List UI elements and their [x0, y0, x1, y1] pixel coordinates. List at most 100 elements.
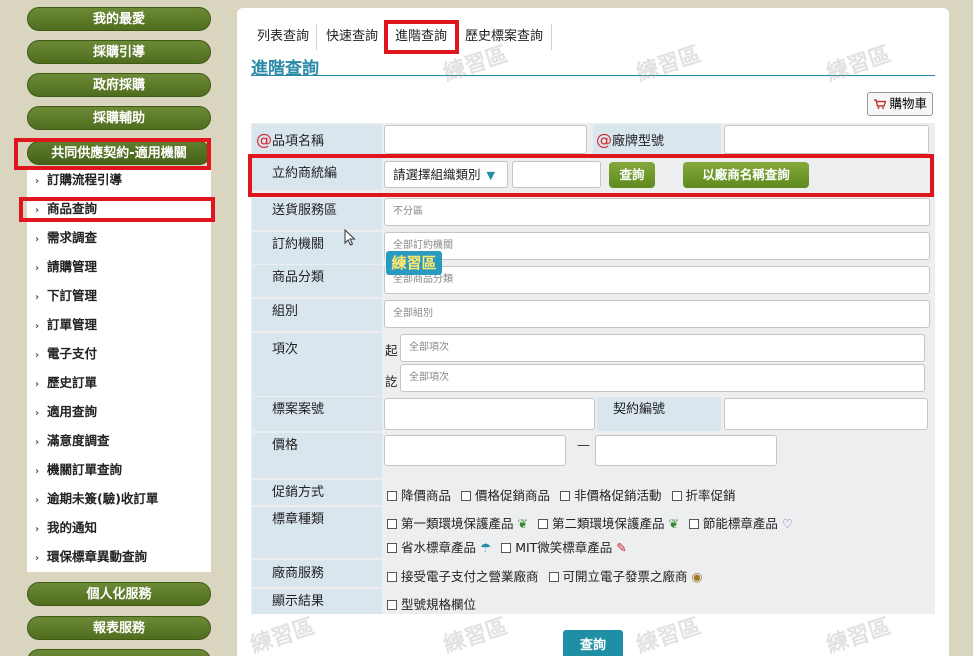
heart-icon: ♡ [777, 516, 794, 531]
checkbox[interactable] [461, 491, 471, 501]
sidebar-item-report-services[interactable]: 報表服務 [27, 616, 211, 640]
from-label: 起 [385, 343, 398, 358]
mark-checkbox-eco-2[interactable]: 第二類環境保護產品 ❦ [537, 516, 679, 531]
search-button[interactable]: 查詢 [609, 162, 655, 188]
submenu-item-notifications[interactable]: › 我的通知 [27, 516, 211, 540]
vendor-id-input[interactable] [512, 161, 601, 188]
item-name-label-text: 品項名稱 [272, 134, 325, 149]
watermark: 練習區 [247, 614, 319, 656]
cart-label: 購物車 [889, 96, 927, 111]
checkbox[interactable] [387, 543, 397, 553]
price-label: 價格 [252, 433, 382, 478]
sidebar-item-joint-supply-contract[interactable]: 共同供應契約-適用機關 [27, 141, 211, 165]
sidebar-item-government-procurement[interactable]: 政府採購 [27, 73, 211, 97]
item-name-input[interactable] [384, 125, 587, 154]
chevron-right-icon: › [35, 466, 40, 477]
submenu-item-order-placement[interactable]: › 下訂管理 [27, 284, 211, 308]
checkbox[interactable] [548, 572, 559, 582]
cart-button[interactable]: 購物車 [867, 92, 933, 116]
submenu-item-label: 訂單管理 [47, 317, 98, 332]
case-number-input[interactable] [384, 398, 595, 430]
mark-checkbox-energy[interactable]: 節能標章產品 ♡ [688, 516, 794, 531]
chevron-right-icon: › [35, 495, 40, 506]
tab-advanced-search[interactable]: 進階查詢 [395, 26, 447, 48]
display-checkbox-model-spec[interactable]: 型號規格欄位 [387, 597, 476, 612]
promo-checkbox-price-promo[interactable]: 價格促銷商品 [461, 488, 550, 503]
submenu-item-requisition[interactable]: › 請購管理 [27, 255, 211, 279]
submenu-item-applicable-search[interactable]: › 適用查詢 [27, 400, 211, 424]
leaf-icon: ❦ [664, 516, 679, 531]
cart-icon [874, 99, 886, 109]
submit-search-button[interactable]: 查詢 [563, 630, 623, 656]
submenu-item-agency-orders[interactable]: › 機關訂單查詢 [27, 458, 211, 482]
category-select[interactable]: 全部商品分類 [384, 266, 930, 294]
sidebar: 我的最愛 採購引導 政府採購 採購輔助 共同供應契約-適用機關 › 訂購流程引導 … [0, 0, 232, 656]
title-divider [251, 75, 935, 76]
checkbox[interactable] [537, 519, 548, 529]
chevron-right-icon: › [35, 292, 40, 303]
sidebar-item-procurement-assist[interactable]: 採購輔助 [27, 106, 211, 130]
chevron-right-icon: › [35, 379, 40, 390]
water-drop-icon: ☂ [476, 540, 492, 555]
price-min-input[interactable] [384, 435, 566, 466]
submenu-item-label: 環保標章異動查詢 [47, 549, 148, 564]
tab-quick-search[interactable]: 快速查詢 [326, 26, 378, 48]
service-checkbox-e-payment[interactable]: 接受電子支付之營業廠商 [387, 569, 539, 584]
submenu-item-eco-label-changes[interactable]: › 環保標章異動查詢 [27, 545, 211, 569]
submenu-item-demand-survey[interactable]: › 需求調查 [27, 226, 211, 250]
at-icon: @ [256, 130, 272, 149]
checkbox[interactable] [501, 543, 512, 553]
submenu-item-order-guide[interactable]: › 訂購流程引導 [27, 168, 211, 192]
chevron-right-icon: › [35, 321, 40, 332]
mark-checkbox-mit[interactable]: MIT微笑標章產品 ✎ [501, 540, 627, 555]
brand-input[interactable] [724, 125, 929, 154]
tab-list-search[interactable]: 列表查詢 [257, 26, 309, 48]
checkbox[interactable] [387, 572, 397, 582]
checkbox-label: 價格促銷商品 [475, 488, 551, 503]
item-name-label: @品項名稱 [252, 124, 382, 155]
submenu-item-satisfaction[interactable]: › 滿意度調查 [27, 429, 211, 453]
submenu-item-overdue-orders[interactable]: › 逾期未簽(驗)收訂單 [27, 487, 211, 511]
service-checkbox-e-invoice[interactable]: 可開立電子發票之廠商 ◉ [548, 569, 702, 584]
submenu-item-order-management[interactable]: › 訂單管理 [27, 313, 211, 337]
promo-checkbox-price-drop[interactable]: 降價商品 [387, 488, 451, 503]
checkbox[interactable] [387, 519, 397, 529]
checkbox[interactable] [387, 600, 397, 610]
submenu-item-order-history[interactable]: › 歷史訂單 [27, 371, 211, 395]
promotion-options: 降價商品 價格促銷商品 非價格促銷活動 折率促銷 [387, 485, 736, 504]
checkbox-label: MIT微笑標章產品 [515, 540, 613, 555]
checkbox[interactable] [671, 491, 682, 501]
submenu-item-label: 我的通知 [47, 520, 98, 535]
vendor-id-label: 立約商統編 [252, 157, 382, 190]
delivery-area-select[interactable]: 不分區 [384, 198, 930, 226]
checkbox[interactable] [387, 491, 397, 501]
submenu-item-e-payment[interactable]: › 電子支付 [27, 342, 211, 366]
search-by-vendor-name-button[interactable]: 以廠商名稱查詢 [683, 162, 809, 188]
item-number-to-select[interactable]: 全部項次 [400, 364, 925, 392]
checkbox-label: 第二類環境保護產品 [551, 516, 665, 531]
chevron-right-icon: › [35, 350, 40, 361]
group-select[interactable]: 全部組別 [384, 300, 930, 328]
vendor-service-label: 廠商服務 [252, 560, 382, 587]
submenu-item-product-search[interactable]: › 商品查詢 [27, 197, 211, 221]
tab-history-search[interactable]: 歷史標案查詢 [465, 26, 543, 48]
sidebar-item-favorites[interactable]: 我的最愛 [27, 7, 211, 31]
checkbox-label: 降價商品 [401, 488, 452, 503]
mark-checkbox-eco-1[interactable]: 第一類環境保護產品 ❦ [387, 516, 528, 531]
item-number-from-select[interactable]: 全部項次 [400, 334, 925, 362]
chevron-right-icon: › [35, 408, 40, 419]
delivery-area-label: 送貨服務區 [252, 198, 382, 230]
checkbox[interactable] [688, 519, 699, 529]
org-type-select[interactable]: 請選擇組織類別 ▼ [384, 161, 508, 188]
price-max-input[interactable] [595, 435, 777, 466]
display-result-label: 顯示結果 [252, 589, 382, 614]
mark-checkbox-water[interactable]: 省水標章產品 ☂ [387, 540, 491, 555]
sidebar-item-procurement-guide[interactable]: 採購引導 [27, 40, 211, 64]
contract-number-input[interactable] [724, 398, 928, 430]
sidebar-item-personal-services[interactable]: 個人化服務 [27, 582, 211, 606]
checkbox[interactable] [560, 491, 570, 501]
promo-checkbox-non-price[interactable]: 非價格促銷活動 [560, 488, 662, 503]
contract-agency-select[interactable]: 全部訂約機關 [384, 232, 930, 260]
sidebar-item-more[interactable] [27, 649, 211, 656]
promo-checkbox-discount[interactable]: 折率促銷 [671, 488, 736, 503]
